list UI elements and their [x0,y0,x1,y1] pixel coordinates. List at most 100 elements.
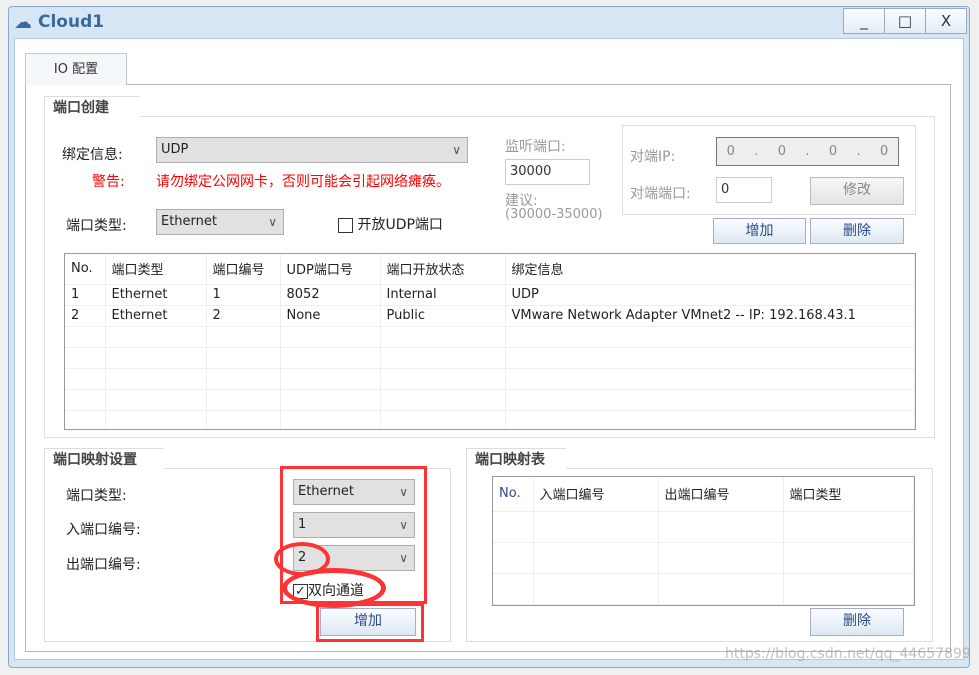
table-cell [280,326,381,348]
table-cell [505,410,915,429]
table-row[interactable] [493,542,914,574]
table-cell [658,511,784,543]
delete-mapping-button[interactable]: 删除 [810,608,904,636]
table-cell: 2 [65,305,106,327]
table-cell: Internal [380,284,506,306]
ip-octet: 0 [726,144,735,159]
listen-port-label: 监听端口: [505,139,566,155]
table-cell [783,511,914,543]
table-cell: None [280,305,381,327]
table-row[interactable] [65,410,915,429]
table-row[interactable] [65,368,915,390]
mapping-table[interactable]: No. 入端口编号 出端口编号 端口类型 [492,476,915,606]
col-header[interactable]: 端口编号 [206,254,281,285]
table-cell: Ethernet [105,284,207,306]
table-cell [493,511,534,543]
table-cell: Public [380,305,506,327]
peer-port-input[interactable]: 0 [716,177,772,203]
port-type-select[interactable]: Ethernet ∨ [156,209,284,235]
table-cell [783,573,914,605]
watermark: https://blog.csdn.net/qq_44657899 [725,646,971,662]
table-row[interactable]: 1 Ethernet 1 8052 Internal UDP [65,284,915,306]
table-cell [65,410,106,429]
table-cell [206,368,281,390]
peer-ip-label: 对端IP: [630,149,676,165]
warning-label: 警告: [92,174,125,190]
mapping-settings-title: 端口映射设置 [44,448,164,470]
ip-octet: 0 [777,144,787,159]
open-udp-label: 开放UDP端口 [357,217,443,233]
table-cell [65,326,106,348]
maximize-button[interactable]: □ [884,8,926,34]
table-cell [493,542,534,574]
table-header-row: No. 端口类型 端口编号 UDP端口号 端口开放状态 绑定信息 [65,254,915,285]
table-cell [658,604,784,605]
table-cell [505,389,915,411]
table-cell: 1 [65,284,106,306]
table-row[interactable] [65,326,915,348]
table-cell [206,347,281,369]
col-header[interactable]: 入端口编号 [533,477,659,512]
col-header[interactable]: 绑定信息 [505,254,915,285]
warning-text: 请勿绑定公网网卡，否则可能会引起网络瘫痪。 [156,174,450,190]
table-cell [380,389,506,411]
table-row[interactable] [493,511,914,543]
col-header[interactable]: No. [65,254,106,285]
table-row[interactable] [493,573,914,605]
window-title: Cloud1 [38,12,105,32]
table-cell [380,410,506,429]
col-header[interactable]: UDP端口号 [280,254,381,285]
checkbox-icon [338,217,353,233]
listen-port-input[interactable]: 30000 [505,159,590,185]
ip-octet: 0 [880,144,889,159]
table-cell: Ethernet [105,305,207,327]
col-header[interactable]: No. [493,477,534,512]
table-row[interactable] [65,347,915,369]
col-header[interactable]: 出端口编号 [658,477,784,512]
port-table[interactable]: No. 端口类型 端口编号 UDP端口号 端口开放状态 绑定信息 1 Ethern… [64,253,916,430]
col-header[interactable]: 端口类型 [783,477,914,512]
col-header[interactable]: 端口类型 [105,254,207,285]
open-udp-checkbox[interactable]: 开放UDP端口 [338,214,443,234]
in-port-label: 入端口编号: [66,522,141,538]
peer-port-label: 对端端口: [630,186,691,202]
bind-label: 绑定信息: [62,147,123,163]
table-row[interactable] [493,604,914,605]
table-cell [280,368,381,390]
bind-value: UDP [161,142,189,157]
table-cell [533,511,659,543]
table-cell [533,604,659,605]
col-header[interactable]: 端口开放状态 [380,254,506,285]
modify-button[interactable]: 修改 [810,177,904,205]
table-cell: UDP [505,284,915,306]
port-type-label: 端口类型: [66,218,127,234]
add-port-button[interactable]: 增加 [713,218,806,244]
mapping-table-title: 端口映射表 [466,448,566,470]
minimize-button[interactable]: _ [843,8,885,34]
table-row[interactable] [65,389,915,411]
table-cell: 2 [206,305,281,327]
ip-octet: 0 [828,144,838,159]
table-cell: 8052 [280,284,381,306]
annotation-box [316,603,424,642]
table-cell [658,542,784,574]
close-button[interactable]: X [925,8,967,34]
suggest-range: (30000-35000) [505,207,603,222]
table-cell [493,573,534,605]
table-cell [105,347,207,369]
table-cell [505,368,915,390]
table-cell [380,347,506,369]
table-cell: 1 [206,284,281,306]
table-row[interactable]: 2 Ethernet 2 None Public VMware Network Adapt… [65,305,915,327]
peer-ip-input[interactable]: 0.0.0.0 [716,137,899,166]
delete-port-button[interactable]: 删除 [810,218,904,244]
table-cell [493,604,534,605]
table-cell [105,410,207,429]
table-cell [380,368,506,390]
annotation-circle [282,568,386,608]
tab-io-config[interactable]: IO 配置 [25,53,127,85]
map-type-label: 端口类型: [66,488,127,504]
table-cell [105,368,207,390]
out-port-label: 出端口编号: [66,557,141,573]
bind-select[interactable]: UDP ∨ [156,137,468,163]
